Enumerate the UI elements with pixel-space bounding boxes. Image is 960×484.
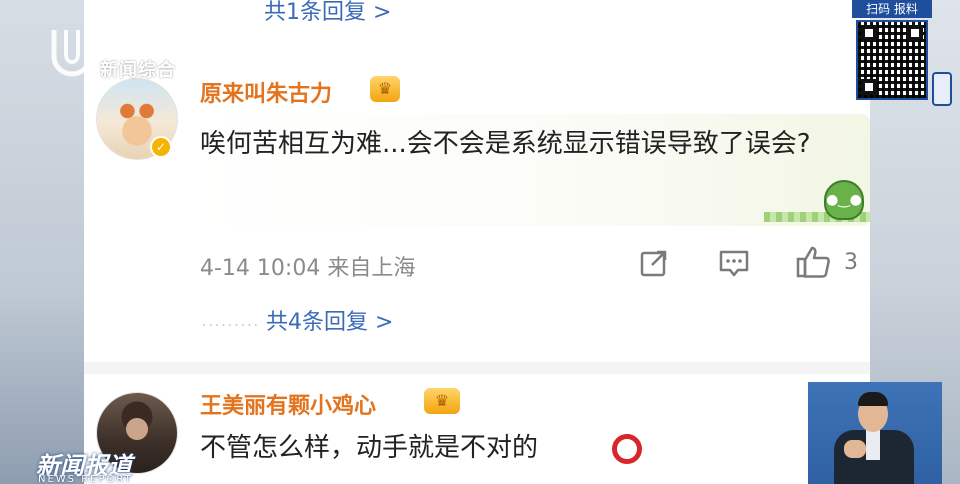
qr-code-panel[interactable]: 扫码 报料 <box>852 0 932 104</box>
view-replies-link[interactable]: 共4条回复 > <box>266 304 393 336</box>
interpreter-hand <box>844 440 866 458</box>
green-dinosaur-sticker-icon: ●‿● <box>824 180 864 220</box>
channel-name: 新闻综合 <box>100 60 176 81</box>
comment-text: 唉何苦相互为难...会不会是系统显示错误导致了误会? <box>200 129 811 159</box>
channel-logo-icon <box>51 30 93 77</box>
crown-icon: ♛ <box>424 388 460 414</box>
phone-icon <box>932 72 952 106</box>
red-circle-emoji-icon <box>612 434 642 464</box>
program-subtitle: NEWS REPORT <box>38 474 133 484</box>
program-logo: 新闻报道 NEWS REPORT <box>30 446 150 484</box>
qr-corner-marker <box>907 25 923 41</box>
share-icon[interactable] <box>638 247 670 279</box>
channel-logo: 新闻综合 <box>46 22 196 86</box>
comment-text: 不管怎么样，动手就是不对的 <box>200 433 539 463</box>
reply-thread-dots: ········· <box>202 318 261 334</box>
qr-code <box>856 20 928 100</box>
comment-time-location: 4-14 10:04 来自上海 <box>200 256 416 281</box>
thumbs-up-icon[interactable] <box>796 245 830 278</box>
qr-corner-marker <box>861 79 877 95</box>
interpreter-hair <box>858 392 888 406</box>
qr-label: 扫码 报料 <box>852 0 932 18</box>
comment-icon[interactable] <box>718 247 750 279</box>
comment-username[interactable]: 原来叫朱古力 <box>200 76 332 108</box>
like-count: 3 <box>844 250 858 275</box>
qr-corner-marker <box>861 25 877 41</box>
verified-badge-icon: ✓ <box>150 136 172 158</box>
comment-divider <box>84 362 870 374</box>
interpreter-shirt <box>866 430 880 460</box>
comment-username[interactable]: 王美丽有颗小鸡心 <box>200 388 376 420</box>
crown-icon: ♛ <box>370 76 400 102</box>
previous-replies-link[interactable]: 共1条回复 > <box>264 0 391 26</box>
phone-screen: 共1条回复 > ●‿● ✓ 原来叫朱古力 ♛ 唉何苦相互为难...会不会是系统显… <box>84 0 870 484</box>
sign-language-interpreter-inset <box>808 382 942 484</box>
